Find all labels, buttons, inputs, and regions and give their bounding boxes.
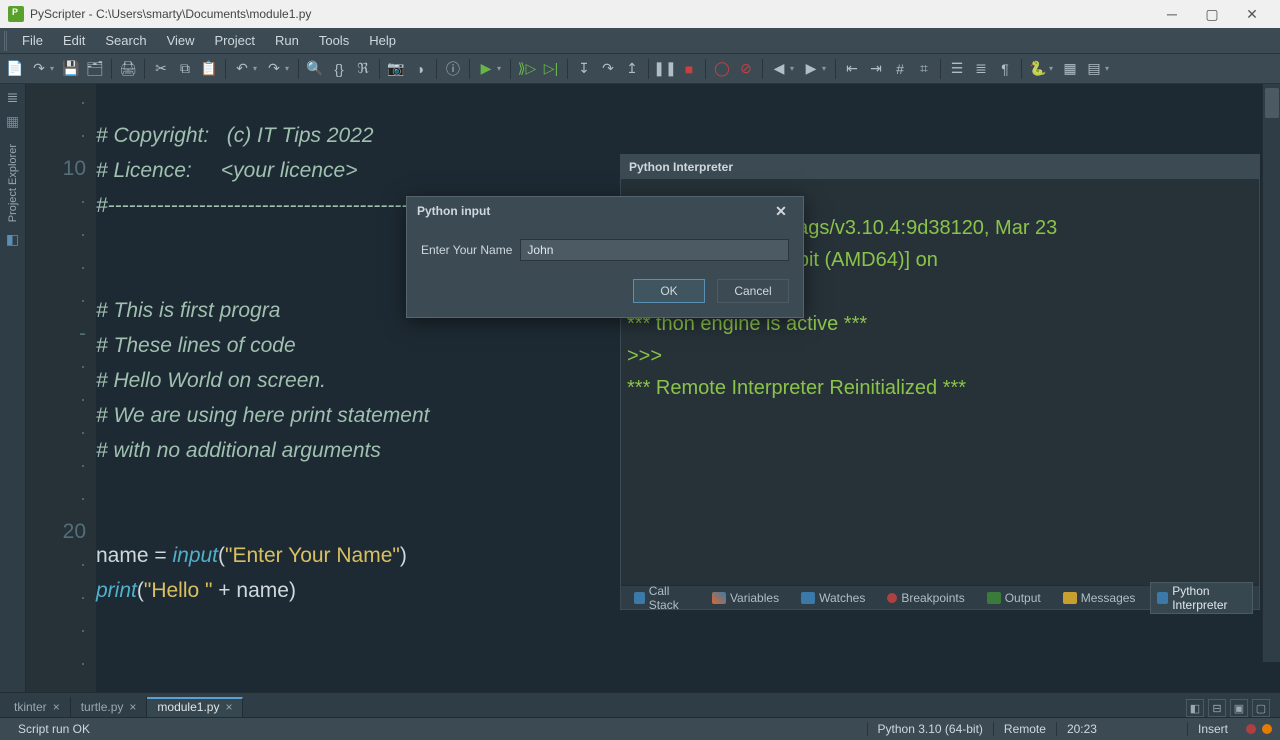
tab-variables[interactable]: Variables <box>705 589 786 607</box>
menu-search[interactable]: Search <box>95 31 156 50</box>
breakpoint-icon[interactable]: ◯ <box>711 58 733 80</box>
sidebar-item-tool1[interactable]: ≣ <box>4 88 22 106</box>
print-icon[interactable]: 🖨 <box>117 58 139 80</box>
nav-fwd-icon[interactable]: ▶ <box>800 58 822 80</box>
comment-icon[interactable]: # <box>889 58 911 80</box>
python-icon[interactable]: 🐍 <box>1027 58 1049 80</box>
layout4-icon[interactable]: ▢ <box>1252 699 1270 717</box>
app-icon <box>8 6 24 22</box>
tab-python-interpreter[interactable]: Python Interpreter <box>1150 582 1253 614</box>
redo-icon[interactable]: ↷ <box>263 58 285 80</box>
uncomment-icon[interactable]: ⌗ <box>913 58 935 80</box>
statusbar: Script run OK Python 3.10 (64-bit) Remot… <box>0 718 1280 740</box>
menu-file[interactable]: File <box>12 31 53 50</box>
dialog-title: Python input <box>417 204 490 218</box>
debug-icon[interactable]: ⟫▷ <box>516 58 538 80</box>
nav-back-icon[interactable]: ◀ <box>768 58 790 80</box>
menu-edit[interactable]: Edit <box>53 31 95 50</box>
status-dot-orange <box>1262 724 1272 734</box>
step-over-icon[interactable]: ↷ <box>597 58 619 80</box>
status-dot-red <box>1246 724 1256 734</box>
indent-icon[interactable]: ⇥ <box>865 58 887 80</box>
sidebar-item-tool3[interactable]: ◧ <box>4 230 22 248</box>
tab-messages[interactable]: Messages <box>1056 589 1143 607</box>
interpreter-tabs: Call Stack Variables Watches Breakpoints… <box>621 585 1259 609</box>
editor-tabs: tkinter× turtle.py× module1.py× ◧ ⊟ ▣ ▢ <box>0 692 1280 718</box>
close-icon[interactable]: × <box>53 700 60 714</box>
menubar: File Edit Search View Project Run Tools … <box>0 28 1280 54</box>
save-icon[interactable]: 💾 <box>60 58 82 80</box>
list-icon[interactable]: ☰ <box>946 58 968 80</box>
list2-icon[interactable]: ≣ <box>970 58 992 80</box>
menu-view[interactable]: View <box>157 31 205 50</box>
interpreter-title[interactable]: Python Interpreter <box>621 155 1259 179</box>
para-icon[interactable]: ¶ <box>994 58 1016 80</box>
split-v-icon[interactable]: ⊟ <box>1208 699 1226 717</box>
camera-icon[interactable]: 📷 <box>385 58 407 80</box>
close-icon[interactable]: × <box>225 700 232 714</box>
project-explorer-tab[interactable]: Project Explorer <box>7 142 19 224</box>
new-file-icon[interactable]: 📄 <box>4 58 26 80</box>
close-icon[interactable]: × <box>129 700 136 714</box>
info-icon[interactable]: ⓘ <box>442 58 464 80</box>
layout2-icon[interactable]: ▤ <box>1083 58 1105 80</box>
python-icon <box>1157 592 1168 604</box>
copy-icon[interactable]: ⧉ <box>174 58 196 80</box>
minimize-button[interactable]: ─ <box>1152 0 1192 28</box>
stop-icon[interactable]: ■ <box>678 58 700 80</box>
tab-breakpoints[interactable]: Breakpoints <box>880 589 971 607</box>
step-out-icon[interactable]: ↥ <box>621 58 643 80</box>
tab-module1[interactable]: module1.py× <box>147 697 243 717</box>
window-title: PyScripter - C:\Users\smarty\Documents\m… <box>30 7 311 21</box>
tab-watches[interactable]: Watches <box>794 589 872 607</box>
paste-icon[interactable]: 📋 <box>198 58 220 80</box>
run-icon[interactable]: ▶ <box>475 58 497 80</box>
scrollbar-thumb[interactable] <box>1265 88 1279 118</box>
gutter: · · 10 · · · · - · · · · · 20 · · · · <box>26 84 96 692</box>
run-to-cursor-icon[interactable]: ▷| <box>540 58 562 80</box>
python-input-dialog: Python input ✕ Enter Your Name OK Cancel <box>406 196 804 318</box>
undo-icon[interactable]: ↶ <box>231 58 253 80</box>
cut-icon[interactable]: ✂ <box>150 58 172 80</box>
tab-call-stack[interactable]: Call Stack <box>627 582 697 614</box>
status-python[interactable]: Python 3.10 (64-bit) <box>867 722 993 736</box>
status-remote: Remote <box>993 722 1056 736</box>
dialog-label: Enter Your Name <box>421 243 512 257</box>
cancel-button[interactable]: Cancel <box>717 279 789 303</box>
save-all-icon[interactable]: 🗂 <box>84 58 106 80</box>
status-time: 20:23 <box>1056 722 1107 736</box>
close-button[interactable]: ✕ <box>1232 0 1272 28</box>
sidebar-item-tool2[interactable]: ▦ <box>4 112 22 130</box>
split-h-icon[interactable]: ◧ <box>1186 699 1204 717</box>
step-into-icon[interactable]: ↧ <box>573 58 595 80</box>
menu-run[interactable]: Run <box>265 31 309 50</box>
tab-turtle[interactable]: turtle.py× <box>71 697 148 717</box>
pause-icon[interactable]: ❚❚ <box>654 58 676 80</box>
dialog-close-icon[interactable]: ✕ <box>769 199 793 223</box>
maximize-button[interactable]: ▢ <box>1192 0 1232 28</box>
toggle-icon[interactable]: ◑ <box>409 58 431 80</box>
bracket-icon[interactable]: {} <box>328 58 350 80</box>
layout-icon[interactable]: ▦ <box>1059 58 1081 80</box>
menu-project[interactable]: Project <box>205 31 265 50</box>
layout3-icon[interactable]: ▣ <box>1230 699 1248 717</box>
toolbar: 📄 ↷▾ 💾 🗂 🖨 ✂ ⧉ 📋 ↶▾ ↷▾ 🔍 {} ℜ 📷 ◑ ⓘ ▶▾ ⟫… <box>0 54 1280 84</box>
open-icon[interactable]: ↷ <box>28 58 50 80</box>
refactor-icon[interactable]: ℜ <box>352 58 374 80</box>
menu-help[interactable]: Help <box>359 31 406 50</box>
dialog-input[interactable] <box>520 239 789 261</box>
status-left: Script run OK <box>8 722 867 736</box>
status-insert: Insert <box>1187 722 1238 736</box>
search-icon[interactable]: 🔍 <box>304 58 326 80</box>
ok-button[interactable]: OK <box>633 279 705 303</box>
tab-output[interactable]: Output <box>980 589 1048 607</box>
clear-bp-icon[interactable]: ⊘ <box>735 58 757 80</box>
grip-icon <box>4 31 8 51</box>
titlebar: PyScripter - C:\Users\smarty\Documents\m… <box>0 0 1280 28</box>
outdent-icon[interactable]: ⇤ <box>841 58 863 80</box>
menu-tools[interactable]: Tools <box>309 31 359 50</box>
tab-tkinter[interactable]: tkinter× <box>4 697 71 717</box>
editor-scrollbar[interactable] <box>1262 84 1280 662</box>
sidebar: ≣ ▦ Project Explorer ◧ <box>0 84 26 692</box>
